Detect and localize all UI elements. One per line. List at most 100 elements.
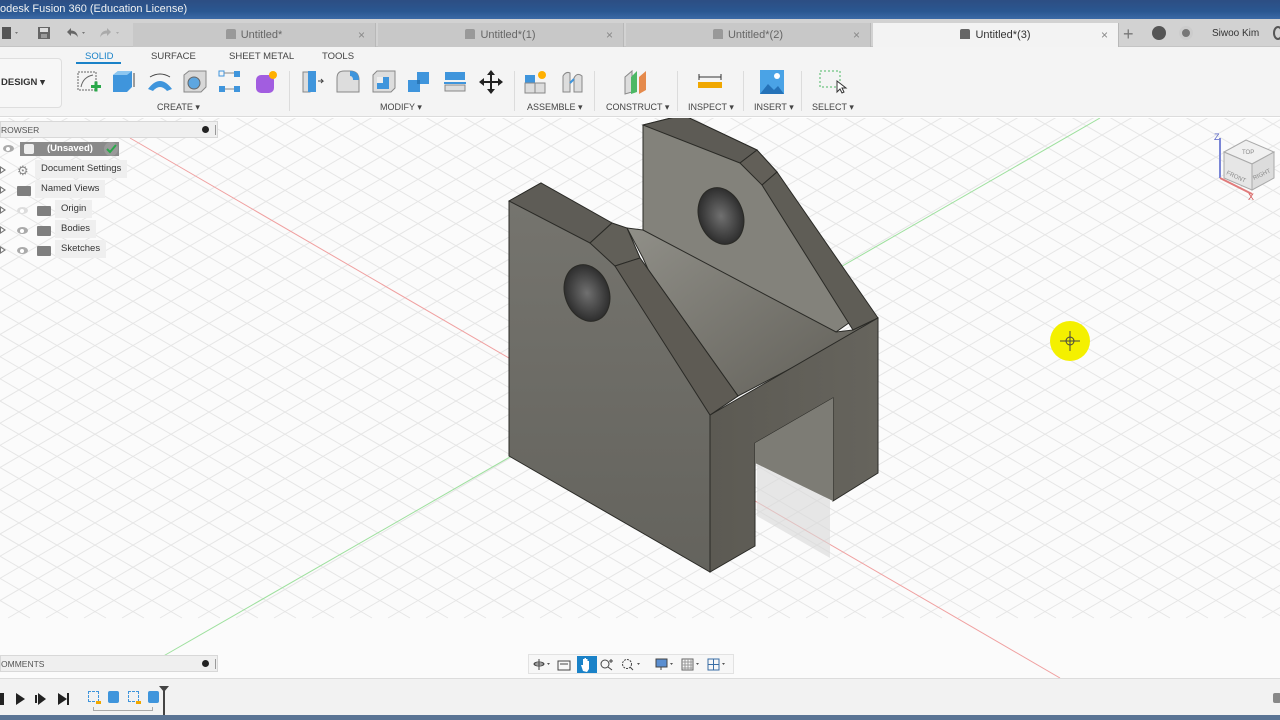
pan-icon[interactable] [577,656,597,673]
workspace-switcher[interactable]: DESIGN ▾ [0,58,62,108]
viewports-icon[interactable] [707,658,729,671]
tab-solid[interactable]: SOLID [85,51,114,62]
visibility-eye-icon[interactable] [17,247,28,254]
combine-icon[interactable] [406,69,432,95]
panel-resize-handle[interactable] [215,125,216,135]
tab-sheet-metal[interactable]: SHEET METAL [229,51,294,62]
timeline-settings-icon[interactable] [1273,693,1280,703]
folder-icon [37,206,51,216]
help-icon[interactable] [1273,26,1280,40]
document-tab-active[interactable]: Untitled*(3) × [873,23,1119,47]
inspect-menu[interactable]: INSPECT ▾ [688,102,734,113]
grid-settings-icon[interactable] [681,658,703,671]
hidden-eye-icon[interactable] [17,207,28,214]
clock-icon[interactable] [1179,26,1193,40]
close-tab-icon[interactable]: × [1101,23,1108,47]
go-to-start-icon[interactable] [0,693,4,705]
expand-icon[interactable] [0,206,6,214]
browser-item-bodies[interactable]: Bodies [0,220,218,240]
document-tab[interactable]: Untitled*(2) × [626,23,871,47]
expand-icon[interactable] [0,186,6,194]
tab-label: Untitled*(3) [975,29,1031,41]
tab-surface[interactable]: SURFACE [151,51,196,62]
look-at-icon[interactable] [557,658,571,671]
active-check-icon[interactable] [104,142,118,156]
zoom-icon[interactable] [600,658,614,671]
browser-item-document-settings[interactable]: ⚙ Document Settings [0,160,218,180]
create-form-icon[interactable] [253,69,279,95]
revolve-icon[interactable] [146,69,172,95]
modify-menu[interactable]: MODIFY ▾ [380,102,422,113]
comments-title: OMMENTS [1,659,45,669]
panel-resize-handle[interactable] [215,659,216,669]
display-settings-icon[interactable] [655,658,677,671]
timeline-extrude-icon[interactable] [148,691,159,703]
fillet-icon[interactable] [335,69,361,95]
expand-icon[interactable] [0,246,6,254]
tab-tools[interactable]: TOOLS [322,51,354,62]
extrude-icon[interactable] [110,69,136,95]
save-icon[interactable] [37,26,51,43]
timeline-extrude-icon[interactable] [108,691,119,703]
insert-menu[interactable]: INSERT ▾ [754,102,794,113]
expand-icon[interactable] [0,226,6,234]
redo-icon[interactable] [98,26,124,43]
timeline-sketch-icon[interactable] [88,691,101,704]
timeline-sketch-icon[interactable] [128,691,141,704]
document-tab-bar: Untitled* × Untitled*(1) × Untitled*(2) … [0,19,1280,47]
document-icon [960,29,971,39]
add-comment-icon[interactable] [202,660,209,667]
browser-item-sketches[interactable]: Sketches [0,240,218,260]
new-component-icon[interactable] [523,69,549,95]
shell-icon[interactable] [371,69,397,95]
select-menu[interactable]: SELECT ▾ [812,102,854,113]
browser-root[interactable]: (Unsaved) [0,138,218,160]
divider [743,71,744,111]
create-sketch-icon[interactable] [76,69,102,95]
move-icon[interactable] [478,69,504,95]
job-status-icon[interactable] [1152,26,1166,40]
file-menu-icon[interactable] [2,26,20,43]
title-bar: odesk Fusion 360 (Education License) [0,0,1280,19]
go-to-end-icon[interactable] [58,693,67,705]
new-tab-plus-icon[interactable]: + [1123,25,1134,43]
browser-panel: ROWSER (Unsaved) ⚙ Document Settings Nam… [0,121,218,260]
step-forward-icon[interactable] [38,693,46,705]
expand-icon[interactable] [0,166,6,174]
hole-icon[interactable] [182,69,208,95]
z-axis-label: Z [1214,132,1220,142]
offset-faces-icon[interactable] [442,69,468,95]
fit-icon[interactable] [621,658,643,671]
close-tab-icon[interactable]: × [606,23,613,47]
pattern-icon[interactable] [217,69,243,95]
comments-panel[interactable]: OMMENTS [0,655,218,672]
construct-plane-icon[interactable] [622,69,648,95]
timeline-marker-head[interactable] [159,686,169,692]
browser-item-named-views[interactable]: Named Views [0,180,218,200]
collapse-panel-icon[interactable] [202,126,209,133]
play-icon[interactable] [16,693,25,705]
insert-image-icon[interactable] [759,69,785,95]
undo-icon[interactable] [64,26,90,43]
orbit-icon[interactable] [532,658,550,671]
browser-item-origin[interactable]: Origin [0,200,218,220]
view-cube[interactable]: Z X TOP FRONT RIGHT [1212,130,1280,202]
measure-icon[interactable] [696,69,722,95]
document-tab[interactable]: Untitled* × [133,23,376,47]
visibility-eye-icon[interactable] [17,227,28,234]
press-pull-icon[interactable] [300,69,326,95]
document-tab[interactable]: Untitled*(1) × [378,23,624,47]
divider [514,71,515,111]
timeline-track [93,707,153,711]
select-window-icon[interactable] [818,69,848,95]
visibility-eye-icon[interactable] [3,145,14,152]
close-tab-icon[interactable]: × [853,23,860,47]
construct-menu[interactable]: CONSTRUCT ▾ [606,102,669,113]
document-icon [225,29,236,39]
item-label: Document Settings [35,160,128,178]
joint-icon[interactable] [560,69,586,95]
user-name[interactable]: Siwoo Kim [1212,28,1259,39]
assemble-menu[interactable]: ASSEMBLE ▾ [527,102,583,113]
create-menu[interactable]: CREATE ▾ [157,102,200,113]
close-tab-icon[interactable]: × [358,23,365,47]
